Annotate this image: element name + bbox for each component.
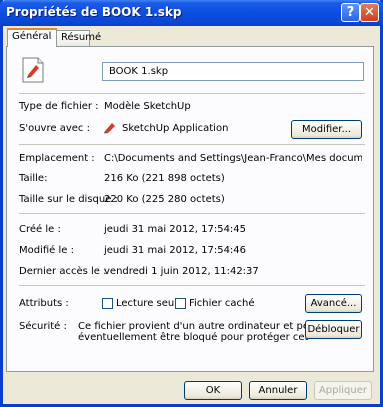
divider [19,144,365,145]
security-text-line1: Ce fichier provient d'un autre ordinateu… [78,321,320,332]
unblock-button[interactable]: Débloquer [305,320,362,339]
attributes-label: Attributs : [19,298,69,309]
cancel-button[interactable]: Annuler [249,381,307,400]
advanced-button[interactable]: Avancé... [305,294,362,313]
ok-button[interactable]: OK [184,381,242,400]
modify-button[interactable]: Modifier... [291,120,362,139]
modified-value: jeudi 31 mai 2012, 17:54:46 [104,245,247,256]
sketchup-file-icon [22,57,44,83]
modified-label: Modifié le : [19,245,74,256]
help-button[interactable]: ? [341,3,360,22]
tab-summary[interactable]: Résumé [56,30,101,46]
divider [19,93,365,94]
sketchup-app-icon [104,123,115,134]
location-value: C:\Documents and Settings\Jean-Franco\Me… [104,153,362,164]
help-icon: ? [346,5,355,20]
apply-button[interactable]: Appliquer [314,381,372,400]
opens-with-label: S'ouvre avec : [19,123,90,134]
window-title: Propriétés de BOOK 1.skp [6,5,182,19]
hidden-checkbox[interactable] [175,298,186,309]
security-text-line2: éventuellement être bloqué pour protéger… [78,332,309,343]
file-type-value: Modèle SketchUp [104,101,191,112]
tab-general[interactable]: Général [7,28,57,47]
size-label: Taille: [19,173,48,184]
close-icon: ✕ [364,5,375,20]
close-button[interactable]: ✕ [360,3,379,22]
location-label: Emplacement : [19,153,95,164]
file-name-field[interactable]: BOOK 1.skp [102,62,364,81]
divider [19,285,365,286]
created-value: jeudi 31 mai 2012, 17:54:45 [104,224,247,235]
readonly-checkbox[interactable] [102,298,113,309]
opens-with-value: SketchUp Application [122,123,229,134]
readonly-label[interactable]: Lecture seule [116,298,183,309]
security-label: Sécurité : [19,321,67,332]
general-panel: BOOK 1.skp Type de fichier : Modèle Sket… [6,46,374,372]
created-label: Créé le : [19,224,61,235]
hidden-label[interactable]: Fichier caché [189,298,254,309]
divider [19,213,365,214]
accessed-label: Dernier accès le : [19,266,107,277]
size-value: 216 Ko (221 898 octets) [104,173,225,184]
disk-size-value: 220 Ko (225 280 octets) [104,194,225,205]
accessed-value: vendredi 1 juin 2012, 11:42:37 [104,266,259,277]
file-type-label: Type de fichier : [19,101,99,112]
title-bar[interactable]: Propriétés de BOOK 1.skp ? ✕ [0,0,383,26]
